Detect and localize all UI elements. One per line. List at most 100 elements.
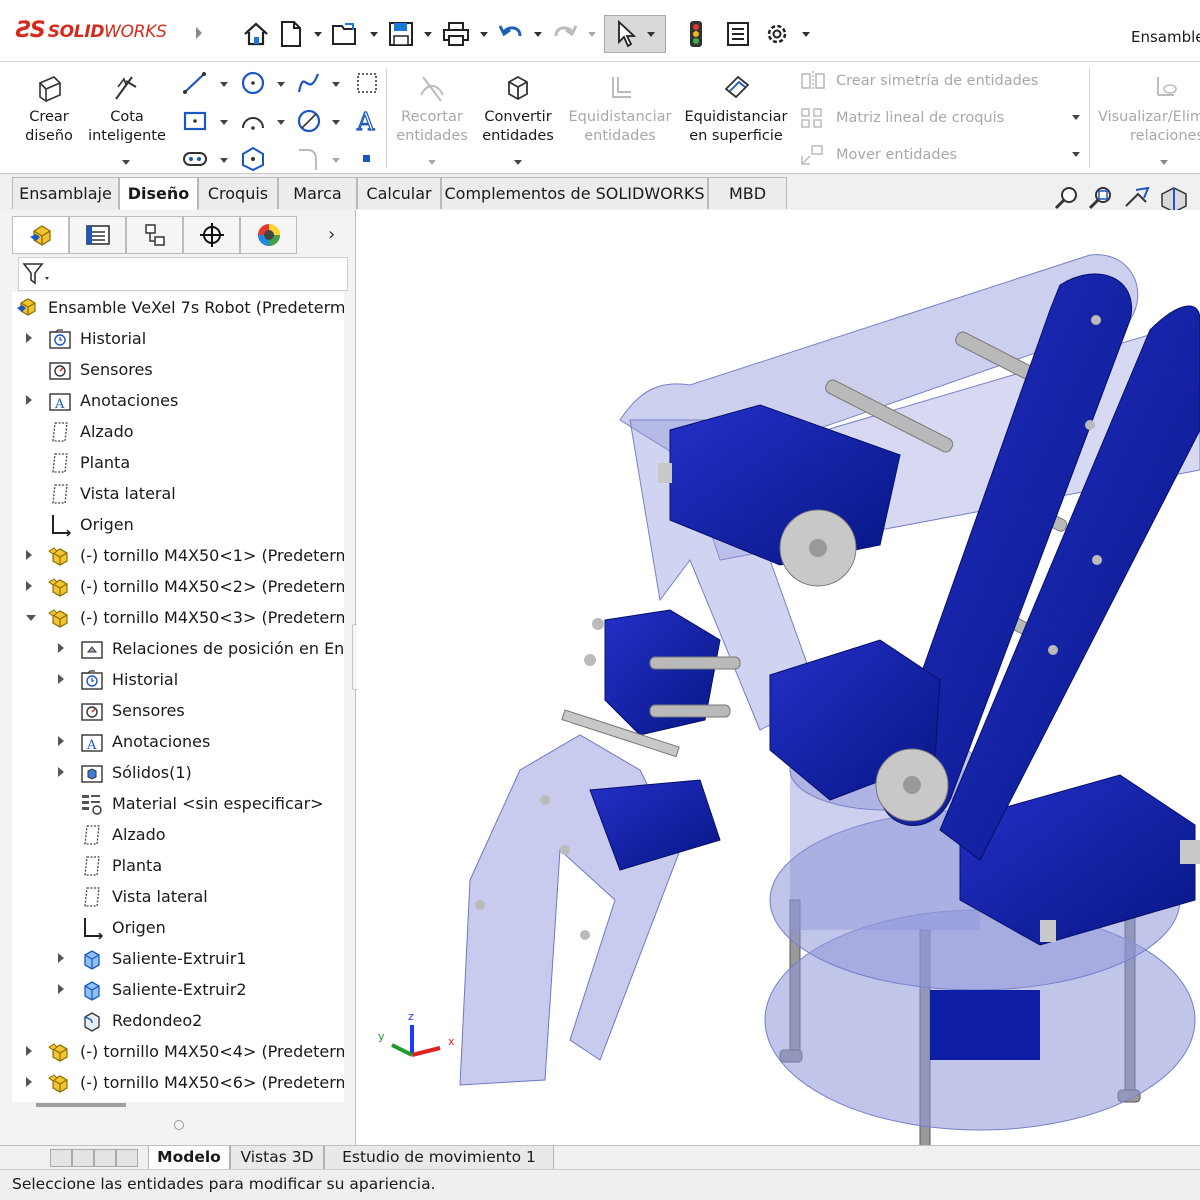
tab-next-icon[interactable] bbox=[94, 1149, 116, 1167]
ellipse-icon[interactable] bbox=[296, 108, 322, 134]
save-dropdown-icon[interactable] bbox=[424, 31, 432, 37]
tree-item[interactable]: Redondeo2 bbox=[80, 1005, 202, 1036]
tab-diseno[interactable]: Diseño bbox=[119, 177, 198, 210]
equidistanciar-entidades-button[interactable]: Equidistanciar entidades bbox=[564, 68, 676, 146]
tab-mbd[interactable]: MBD bbox=[708, 177, 787, 209]
line-dropdown-icon[interactable] bbox=[220, 82, 228, 87]
tab-first-icon[interactable] bbox=[50, 1149, 72, 1167]
expand-arrow-icon[interactable] bbox=[26, 333, 32, 343]
expand-arrow-icon[interactable] bbox=[58, 767, 64, 777]
recortar-entidades-button[interactable]: Recortar entidades bbox=[392, 68, 472, 165]
tree-item[interactable]: Historial bbox=[26, 323, 146, 354]
manager-tabs-more-icon[interactable]: › bbox=[328, 224, 335, 245]
tree-item[interactable]: Alzado bbox=[80, 819, 166, 850]
tree-item[interactable]: Planta bbox=[80, 850, 162, 881]
tree-root-assembly[interactable]: Ensamble VeXel 7s Robot (Predetermi bbox=[16, 292, 344, 323]
tree-item[interactable]: Planta bbox=[48, 447, 130, 478]
open-dropdown-icon[interactable] bbox=[370, 31, 378, 37]
fillet-dropdown-icon[interactable] bbox=[332, 158, 340, 163]
tree-item[interactable]: Sólidos(1) bbox=[58, 757, 192, 788]
ellipse-dropdown-icon[interactable] bbox=[332, 120, 340, 125]
mover-dropdown-icon[interactable] bbox=[1072, 152, 1080, 157]
tree-item[interactable]: Saliente-Extruir2 bbox=[58, 974, 247, 1005]
expand-arrow-icon[interactable] bbox=[26, 550, 32, 560]
undo-dropdown-icon[interactable] bbox=[534, 31, 542, 37]
tab-ensamblaje[interactable]: Ensamblaje bbox=[12, 177, 119, 209]
options-dropdown-icon[interactable] bbox=[802, 31, 810, 37]
expand-arrow-icon[interactable] bbox=[26, 395, 32, 405]
dimxpertmanager-tab-icon[interactable] bbox=[183, 216, 240, 254]
convertir-dropdown-icon[interactable] bbox=[514, 160, 522, 165]
propertymanager-tab-icon[interactable] bbox=[69, 216, 126, 254]
graphics-area[interactable]: z x y bbox=[357, 210, 1200, 1145]
tab-last-icon[interactable] bbox=[116, 1149, 138, 1167]
tree-item[interactable]: A Anotaciones bbox=[26, 385, 178, 416]
tab-calcular[interactable]: Calcular bbox=[357, 177, 441, 209]
redo-dropdown-icon[interactable] bbox=[588, 31, 596, 37]
tree-item[interactable]: Relaciones de posición en En bbox=[58, 633, 344, 664]
featuremanager-tab-icon[interactable] bbox=[12, 216, 69, 254]
expand-arrow-icon[interactable] bbox=[26, 1046, 32, 1056]
matriz-lineal-button[interactable]: Matriz lineal de croquis bbox=[800, 107, 1004, 129]
filter-funnel-icon[interactable] bbox=[21, 261, 51, 289]
solidworks-logo[interactable]: ƧS SOLIDWORKS bbox=[16, 18, 167, 43]
tree-item[interactable]: Vista lateral bbox=[80, 881, 208, 912]
tab-croquis[interactable]: Croquis bbox=[198, 177, 278, 209]
point-icon[interactable] bbox=[354, 146, 380, 172]
print-dropdown-icon[interactable] bbox=[480, 31, 488, 37]
print-icon[interactable] bbox=[440, 19, 472, 49]
new-document-icon[interactable] bbox=[276, 19, 306, 49]
tab-vistas-3d[interactable]: Vistas 3D bbox=[230, 1146, 324, 1170]
tree-item[interactable]: Sensores bbox=[80, 695, 185, 726]
tree-item[interactable]: Material <sin especificar> bbox=[80, 788, 324, 819]
expand-arrow-icon[interactable] bbox=[58, 674, 64, 684]
visualizar-dropdown-icon[interactable] bbox=[1160, 160, 1168, 165]
file-properties-icon[interactable] bbox=[718, 19, 758, 49]
tree-item[interactable]: Saliente-Extruir1 bbox=[58, 943, 247, 974]
tree-item[interactable]: (-) tornillo M4X50<6> (Predeterm bbox=[26, 1067, 344, 1098]
tab-scroll-arrows[interactable] bbox=[50, 1149, 140, 1167]
arc-icon[interactable] bbox=[240, 108, 266, 134]
expand-arrow-icon[interactable] bbox=[58, 736, 64, 746]
cota-inteligente-button[interactable]: Cota inteligente bbox=[86, 68, 168, 165]
slot-icon[interactable] bbox=[182, 146, 208, 172]
tree-item[interactable]: Origen bbox=[48, 509, 134, 540]
expand-arrow-icon[interactable] bbox=[58, 984, 64, 994]
displaymanager-tab-icon[interactable] bbox=[240, 216, 297, 254]
tab-prev-icon[interactable] bbox=[72, 1149, 94, 1167]
select-pointer-icon[interactable] bbox=[604, 15, 666, 53]
menu-expand-arrow-icon[interactable] bbox=[196, 27, 202, 39]
crear-diseno-button[interactable]: Crear diseño bbox=[14, 68, 84, 146]
matriz-dropdown-icon[interactable] bbox=[1072, 115, 1080, 120]
tree-item[interactable]: (-) tornillo M4X50<3> (Predeterm bbox=[26, 602, 344, 633]
tree-item[interactable]: Vista lateral bbox=[48, 478, 176, 509]
spline-dropdown-icon[interactable] bbox=[332, 82, 340, 87]
expand-arrow-icon[interactable] bbox=[26, 581, 32, 591]
save-icon[interactable] bbox=[386, 19, 416, 49]
tree-item[interactable]: Alzado bbox=[48, 416, 134, 447]
line-icon[interactable] bbox=[182, 70, 208, 96]
tree-filter-field[interactable] bbox=[18, 257, 348, 291]
tab-modelo[interactable]: Modelo bbox=[148, 1146, 230, 1170]
tree-item[interactable]: Origen bbox=[80, 912, 166, 943]
rebuild-traffic-light-icon[interactable] bbox=[676, 19, 716, 49]
convertir-entidades-button[interactable]: Convertir entidades bbox=[476, 68, 560, 165]
cota-dropdown-icon[interactable] bbox=[122, 160, 130, 165]
crear-simetria-button[interactable]: Crear simetría de entidades bbox=[800, 70, 1038, 92]
section-view-icon[interactable] bbox=[1158, 184, 1190, 212]
collapse-arrow-icon[interactable] bbox=[26, 615, 36, 621]
mover-entidades-button[interactable]: Mover entidades bbox=[800, 144, 957, 166]
rectangle-icon[interactable] bbox=[182, 108, 208, 134]
tree-item[interactable]: A Anotaciones bbox=[58, 726, 210, 757]
sketch-box-icon[interactable] bbox=[354, 70, 380, 96]
tree-item[interactable]: Sensores bbox=[48, 354, 153, 385]
tree-item[interactable]: (-) tornillo M4X50<1> (Predeterm bbox=[26, 540, 344, 571]
spline-icon[interactable] bbox=[296, 70, 322, 96]
text-icon[interactable]: A bbox=[354, 107, 380, 136]
fillet-sketch-icon[interactable] bbox=[296, 146, 322, 172]
tab-estudio-movimiento[interactable]: Estudio de movimiento 1 bbox=[324, 1146, 554, 1170]
arc-dropdown-icon[interactable] bbox=[277, 120, 285, 125]
visualizar-relaciones-button[interactable]: Visualizar/Elim relaciones bbox=[1096, 68, 1200, 165]
tree-item[interactable]: (-) tornillo M4X50<4> (Predeterm bbox=[26, 1036, 344, 1067]
expand-arrow-icon[interactable] bbox=[58, 643, 64, 653]
